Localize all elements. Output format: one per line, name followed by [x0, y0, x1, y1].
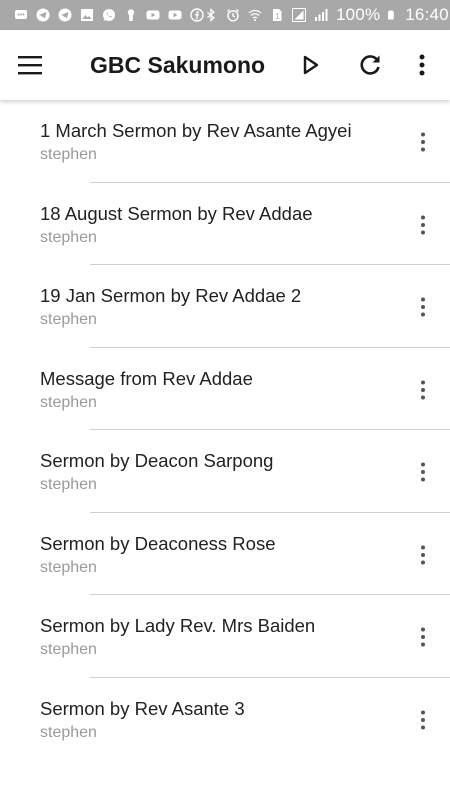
clock: 16:40	[405, 5, 449, 24]
more-vert-icon[interactable]	[412, 625, 434, 649]
sermon-title: Message from Rev Addae	[40, 367, 253, 389]
list-item[interactable]: 1 March Sermon by Rev Asante Agyei steph…	[0, 100, 450, 183]
sermon-title: 19 Jan Sermon by Rev Addae 2	[40, 285, 302, 306]
sermon-author: stephen	[40, 228, 97, 246]
system-indicators: 1 100% 16:40	[204, 5, 449, 25]
app-title: GBC Sakumono	[90, 52, 266, 78]
sermon-author: stephen	[40, 723, 97, 741]
svg-text:1: 1	[275, 12, 280, 21]
status-bar: 1 100% 16:40	[0, 0, 450, 30]
more-vert-icon[interactable]	[412, 213, 434, 237]
chat-icon	[15, 10, 27, 19]
more-vert-icon[interactable]	[412, 460, 434, 484]
app-bar: GBC Sakumono	[0, 30, 450, 100]
facebook-icon	[190, 8, 204, 22]
notification-icons	[14, 8, 204, 22]
menu-icon[interactable]	[16, 53, 44, 77]
more-vert-icon[interactable]	[412, 543, 434, 567]
sermon-list: 1 March Sermon by Rev Asante Agyei steph…	[0, 100, 450, 760]
list-item[interactable]: 19 Jan Sermon by Rev Addae 2 stephen	[0, 265, 450, 348]
sermon-author: stephen	[40, 641, 97, 658]
battery-percentage: 100%	[336, 5, 381, 24]
sermon-author: stephen	[40, 558, 97, 576]
sermon-title: 1 March Sermon by Rev Asante Agyei	[40, 120, 352, 141]
wifi-icon	[248, 9, 262, 21]
list-item[interactable]: Sermon by Deaconess Rose stephen	[0, 513, 450, 595]
more-vert-icon[interactable]	[412, 295, 434, 319]
sermon-title: Sermon by Lady Rev. Mrs Baiden	[40, 615, 316, 636]
play-icon[interactable]	[300, 54, 322, 76]
sim-icon: 1	[273, 9, 282, 21]
refresh-icon[interactable]	[357, 52, 383, 78]
more-vert-icon[interactable]	[410, 52, 434, 78]
more-vert-icon[interactable]	[412, 378, 434, 402]
sermon-author: stephen	[40, 146, 97, 163]
sermon-author: stephen	[40, 476, 97, 493]
more-vert-icon[interactable]	[412, 708, 434, 732]
telegram-icon	[58, 8, 72, 22]
bluetooth-icon	[207, 8, 215, 22]
sermon-title: Sermon by Rev Asante 3	[40, 697, 245, 719]
sermon-author: stephen	[40, 311, 97, 328]
telegram-icon	[36, 8, 50, 22]
signal-icon	[292, 8, 306, 22]
list-item[interactable]: Sermon by Lady Rev. Mrs Baiden stephen	[0, 595, 450, 678]
list-item[interactable]: Sermon by Rev Asante 3 stephen	[0, 678, 450, 761]
list-item[interactable]: Sermon by Deacon Sarpong stephen	[0, 430, 450, 513]
sermon-title: 18 August Sermon by Rev Addae	[40, 202, 313, 224]
image-icon	[81, 9, 93, 21]
youtube-icon	[168, 10, 182, 20]
battery-icon	[388, 10, 395, 20]
keyhole-icon	[127, 9, 135, 21]
sermon-title: Sermon by Deaconess Rose	[40, 532, 276, 554]
sermon-author: stephen	[40, 393, 97, 411]
whatsapp-icon	[103, 9, 115, 21]
youtube-icon	[146, 10, 160, 20]
list-item[interactable]: Message from Rev Addae stephen	[0, 348, 450, 430]
signal-icon	[315, 9, 328, 21]
alarm-icon	[227, 9, 239, 22]
sermon-title: Sermon by Deacon Sarpong	[40, 450, 274, 471]
more-vert-icon[interactable]	[412, 130, 434, 154]
list-item[interactable]: 18 August Sermon by Rev Addae stephen	[0, 183, 450, 265]
